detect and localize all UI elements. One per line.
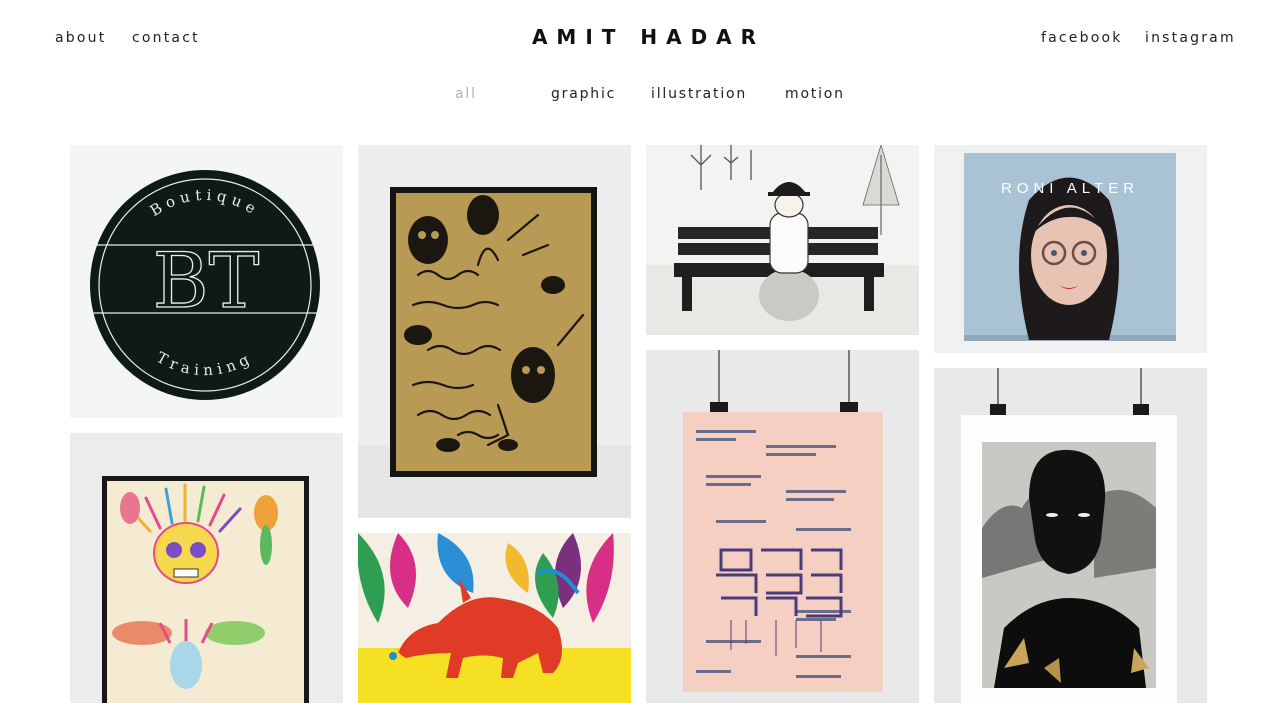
logo-mark-text: BT <box>153 236 260 325</box>
pink-poster-image <box>646 350 919 703</box>
roni-alter-album-image: RONI ALTER <box>934 145 1207 353</box>
album-cover-text: RONI ALTER <box>1001 180 1139 197</box>
woman-on-bench-image <box>646 145 919 335</box>
nav-link-instagram[interactable]: instagram <box>1145 30 1236 46</box>
aardvark-image <box>358 533 631 703</box>
hebrew-poster-image <box>358 145 631 518</box>
boutique-training-logo-image: Boutique BT Training <box>70 145 343 418</box>
portfolio-item-woman-on-bench[interactable] <box>646 145 919 335</box>
black-figure-image <box>934 368 1207 703</box>
portfolio-item-roni-alter[interactable]: RONI ALTER <box>934 145 1207 353</box>
skull-poster-image <box>70 433 343 703</box>
filter-graphic[interactable]: graphic <box>551 86 616 102</box>
portfolio-item-black-figure[interactable] <box>934 368 1207 703</box>
portfolio-item-aardvark[interactable] <box>358 533 631 703</box>
portfolio-item-pink-poster[interactable] <box>646 350 919 703</box>
filter-illustration[interactable]: illustration <box>651 86 747 102</box>
filter-all[interactable]: all <box>455 86 477 102</box>
filter-motion[interactable]: motion <box>785 86 845 102</box>
portfolio-item-boutique-training[interactable]: Boutique BT Training <box>70 145 343 418</box>
portfolio-item-skull-poster[interactable] <box>70 433 343 703</box>
nav-link-facebook[interactable]: facebook <box>1041 30 1123 46</box>
portfolio-item-hebrew-poster[interactable] <box>358 145 631 518</box>
